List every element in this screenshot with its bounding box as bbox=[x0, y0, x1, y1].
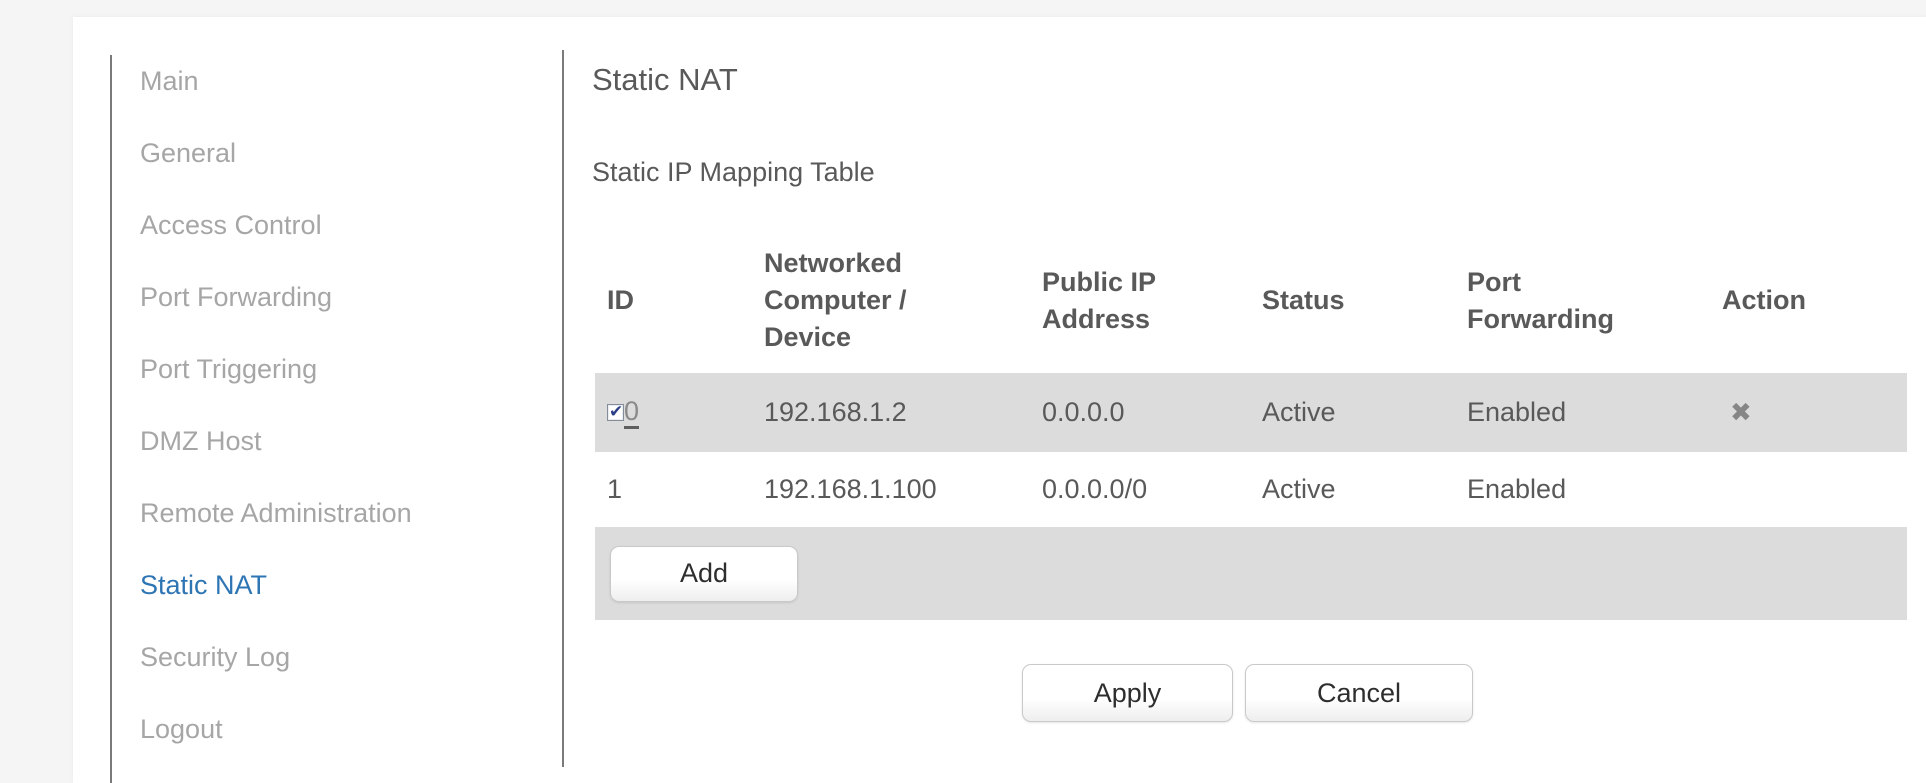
device-cell: 192.168.1.2 bbox=[764, 397, 907, 427]
static-ip-mapping-table: ID Networked Computer / Device Public IP… bbox=[595, 228, 1907, 620]
sidebar-item-static-nat[interactable]: Static NAT bbox=[140, 549, 530, 621]
column-header-id: ID bbox=[607, 285, 634, 315]
action-cell: ✖ bbox=[1722, 373, 1907, 452]
status-cell: Active bbox=[1262, 397, 1336, 427]
delete-icon[interactable]: ✖ bbox=[1722, 397, 1752, 428]
public-ip-cell: 0.0.0.0/0 bbox=[1042, 474, 1148, 504]
sidebar-item-access-control[interactable]: Access Control bbox=[140, 189, 530, 261]
public-ip-cell: 0.0.0.0 bbox=[1042, 397, 1125, 427]
column-header-port-forwarding: Port Forwarding bbox=[1467, 266, 1614, 334]
apply-button[interactable]: Apply bbox=[1022, 664, 1233, 722]
sidebar-item-port-triggering[interactable]: Port Triggering bbox=[140, 333, 530, 405]
sidebar-nav: Main General Access Control Port Forward… bbox=[140, 45, 530, 765]
sidebar-item-general[interactable]: General bbox=[140, 117, 530, 189]
row-id-link[interactable]: 0 bbox=[624, 396, 640, 429]
device-cell: 192.168.1.100 bbox=[764, 474, 937, 504]
sidebar-item-dmz-host[interactable]: DMZ Host bbox=[140, 405, 530, 477]
sidebar-item-security-log[interactable]: Security Log bbox=[140, 621, 530, 693]
sidebar-left-border bbox=[110, 55, 112, 783]
port-forwarding-cell: Enabled bbox=[1467, 397, 1567, 427]
sidebar-content-divider bbox=[562, 50, 564, 767]
cancel-button[interactable]: Cancel bbox=[1245, 664, 1473, 722]
add-button[interactable]: Add bbox=[610, 545, 798, 602]
row-checkbox[interactable]: ✔ bbox=[607, 402, 624, 421]
sidebar-item-remote-administration[interactable]: Remote Administration bbox=[140, 477, 530, 549]
column-header-action: Action bbox=[1722, 285, 1806, 315]
action-cell bbox=[1722, 452, 1907, 527]
id-cell: ✔ 0 bbox=[595, 373, 764, 452]
id-cell: 1 bbox=[607, 474, 623, 504]
sidebar-item-logout[interactable]: Logout bbox=[140, 693, 530, 765]
page-title: Static NAT bbox=[592, 62, 738, 97]
table-footer-band: Add bbox=[595, 527, 1907, 620]
status-cell: Active bbox=[1262, 474, 1336, 504]
sidebar-item-main[interactable]: Main bbox=[140, 45, 530, 117]
content-panel: Main General Access Control Port Forward… bbox=[73, 17, 1926, 783]
column-header-public-ip: Public IP Address bbox=[1042, 266, 1157, 334]
sidebar-item-port-forwarding[interactable]: Port Forwarding bbox=[140, 261, 530, 333]
column-header-status: Status bbox=[1262, 285, 1345, 315]
checkmark-icon: ✔ bbox=[609, 402, 624, 421]
port-forwarding-cell: Enabled bbox=[1467, 474, 1567, 504]
section-subtitle: Static IP Mapping Table bbox=[592, 157, 875, 187]
column-header-device: Networked Computer / Device bbox=[764, 248, 907, 352]
table-row: 1 192.168.1.100 0.0.0.0/0 Active Enabled bbox=[595, 452, 1907, 527]
table-row: ✔ 0 192.168.1.2 0.0.0.0 Active Enabled ✖ bbox=[595, 373, 1907, 452]
table-header-row: ID Networked Computer / Device Public IP… bbox=[595, 228, 1907, 373]
